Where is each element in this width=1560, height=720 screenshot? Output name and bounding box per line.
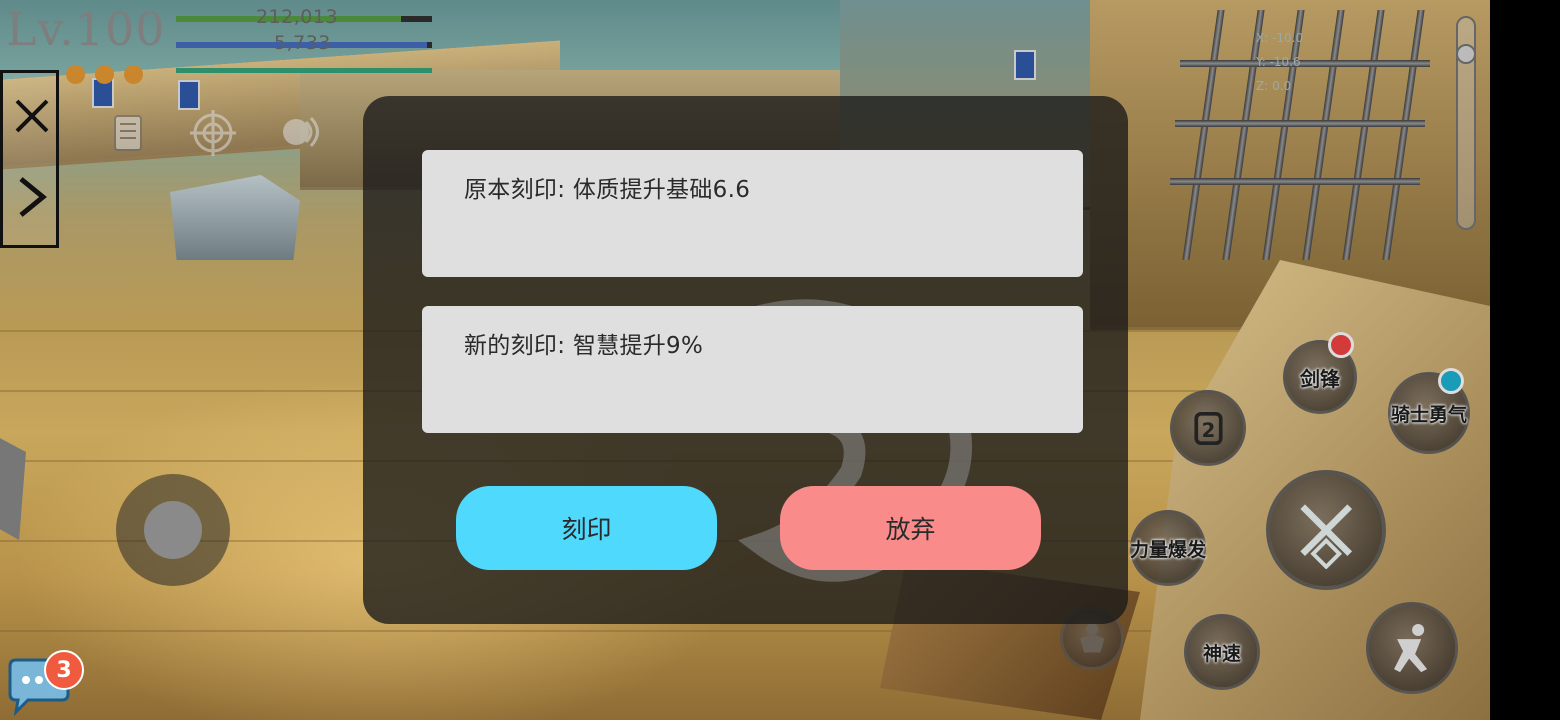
player-level: Lv.100 bbox=[6, 2, 166, 56]
mp-value: 5,733 bbox=[274, 32, 331, 54]
close-icon bbox=[15, 99, 49, 133]
engrave-button[interactable]: 刻印 bbox=[456, 486, 717, 570]
original-rune-text: 原本刻印: 体质提升基础6.6 bbox=[464, 177, 751, 203]
skill-god-speed-button[interactable]: 神速 bbox=[1184, 614, 1260, 690]
stone-altar bbox=[170, 175, 300, 260]
camera-zoom-slider[interactable] bbox=[1456, 16, 1476, 230]
coordinates-readout: X: -10.0 Y: -10.6 Z: 0.0 bbox=[1256, 26, 1303, 98]
expand-button[interactable] bbox=[9, 167, 55, 227]
quest-scroll-button[interactable] bbox=[106, 110, 152, 156]
target-button[interactable] bbox=[190, 110, 236, 156]
voice-button[interactable] bbox=[276, 110, 322, 156]
close-button[interactable] bbox=[9, 85, 55, 145]
coord-x: X: -10.0 bbox=[1256, 31, 1304, 45]
new-rune-box: 新的刻印: 智慧提升9% bbox=[422, 306, 1083, 433]
dodge-button[interactable] bbox=[1366, 602, 1458, 694]
side-panel bbox=[0, 70, 59, 248]
buff-orb bbox=[124, 65, 143, 84]
chevron-right-icon bbox=[19, 177, 47, 217]
screen-edge bbox=[1490, 0, 1560, 720]
movement-joystick[interactable] bbox=[116, 474, 230, 586]
skill-label: 力量爆发 bbox=[1130, 538, 1207, 561]
running-figure-icon bbox=[1393, 623, 1428, 673]
xp-bar-fill bbox=[176, 68, 432, 73]
banner-icon bbox=[178, 80, 200, 110]
crossed-swords-icon bbox=[1300, 504, 1352, 570]
skill-label: 剑锋 bbox=[1300, 366, 1340, 391]
buff-orb bbox=[95, 65, 114, 84]
crosshair-icon bbox=[190, 110, 236, 156]
headset-icon bbox=[283, 116, 319, 148]
banner-icon bbox=[1014, 50, 1036, 80]
rock bbox=[0, 430, 26, 540]
new-rune-text: 新的刻印: 智慧提升9% bbox=[464, 333, 704, 359]
skill-label: 骑士勇气 bbox=[1391, 403, 1468, 426]
zoom-slider-knob[interactable] bbox=[1456, 44, 1476, 64]
joystick-knob[interactable] bbox=[144, 501, 202, 559]
original-rune-box: 原本刻印: 体质提升基础6.6 bbox=[422, 150, 1083, 277]
coord-z: Z: 0.0 bbox=[1256, 79, 1292, 93]
main-attack-button[interactable] bbox=[1266, 470, 1386, 590]
slot-number: 2 bbox=[1201, 419, 1215, 442]
skill-power-burst-button[interactable]: 力量爆发 bbox=[1130, 510, 1206, 586]
red-gem-icon bbox=[1328, 332, 1354, 358]
discard-button[interactable]: 放弃 bbox=[780, 486, 1041, 570]
scroll-icon bbox=[114, 115, 142, 151]
hp-value: 212,013 bbox=[256, 6, 339, 28]
unread-badge: 3 bbox=[44, 650, 84, 690]
skill-label: 神速 bbox=[1202, 642, 1241, 665]
skill-slot-2-button[interactable]: 2 bbox=[1170, 390, 1246, 466]
blue-gem-icon bbox=[1438, 368, 1464, 394]
engrave-dialog: 原本刻印: 体质提升基础6.6 新的刻印: 智慧提升9% 刻印 放弃 bbox=[363, 96, 1128, 624]
coord-y: Y: -10.6 bbox=[1256, 55, 1301, 69]
xp-bar bbox=[176, 68, 432, 73]
number-slot-icon: 2 bbox=[1193, 411, 1223, 445]
buff-orb bbox=[66, 65, 85, 84]
